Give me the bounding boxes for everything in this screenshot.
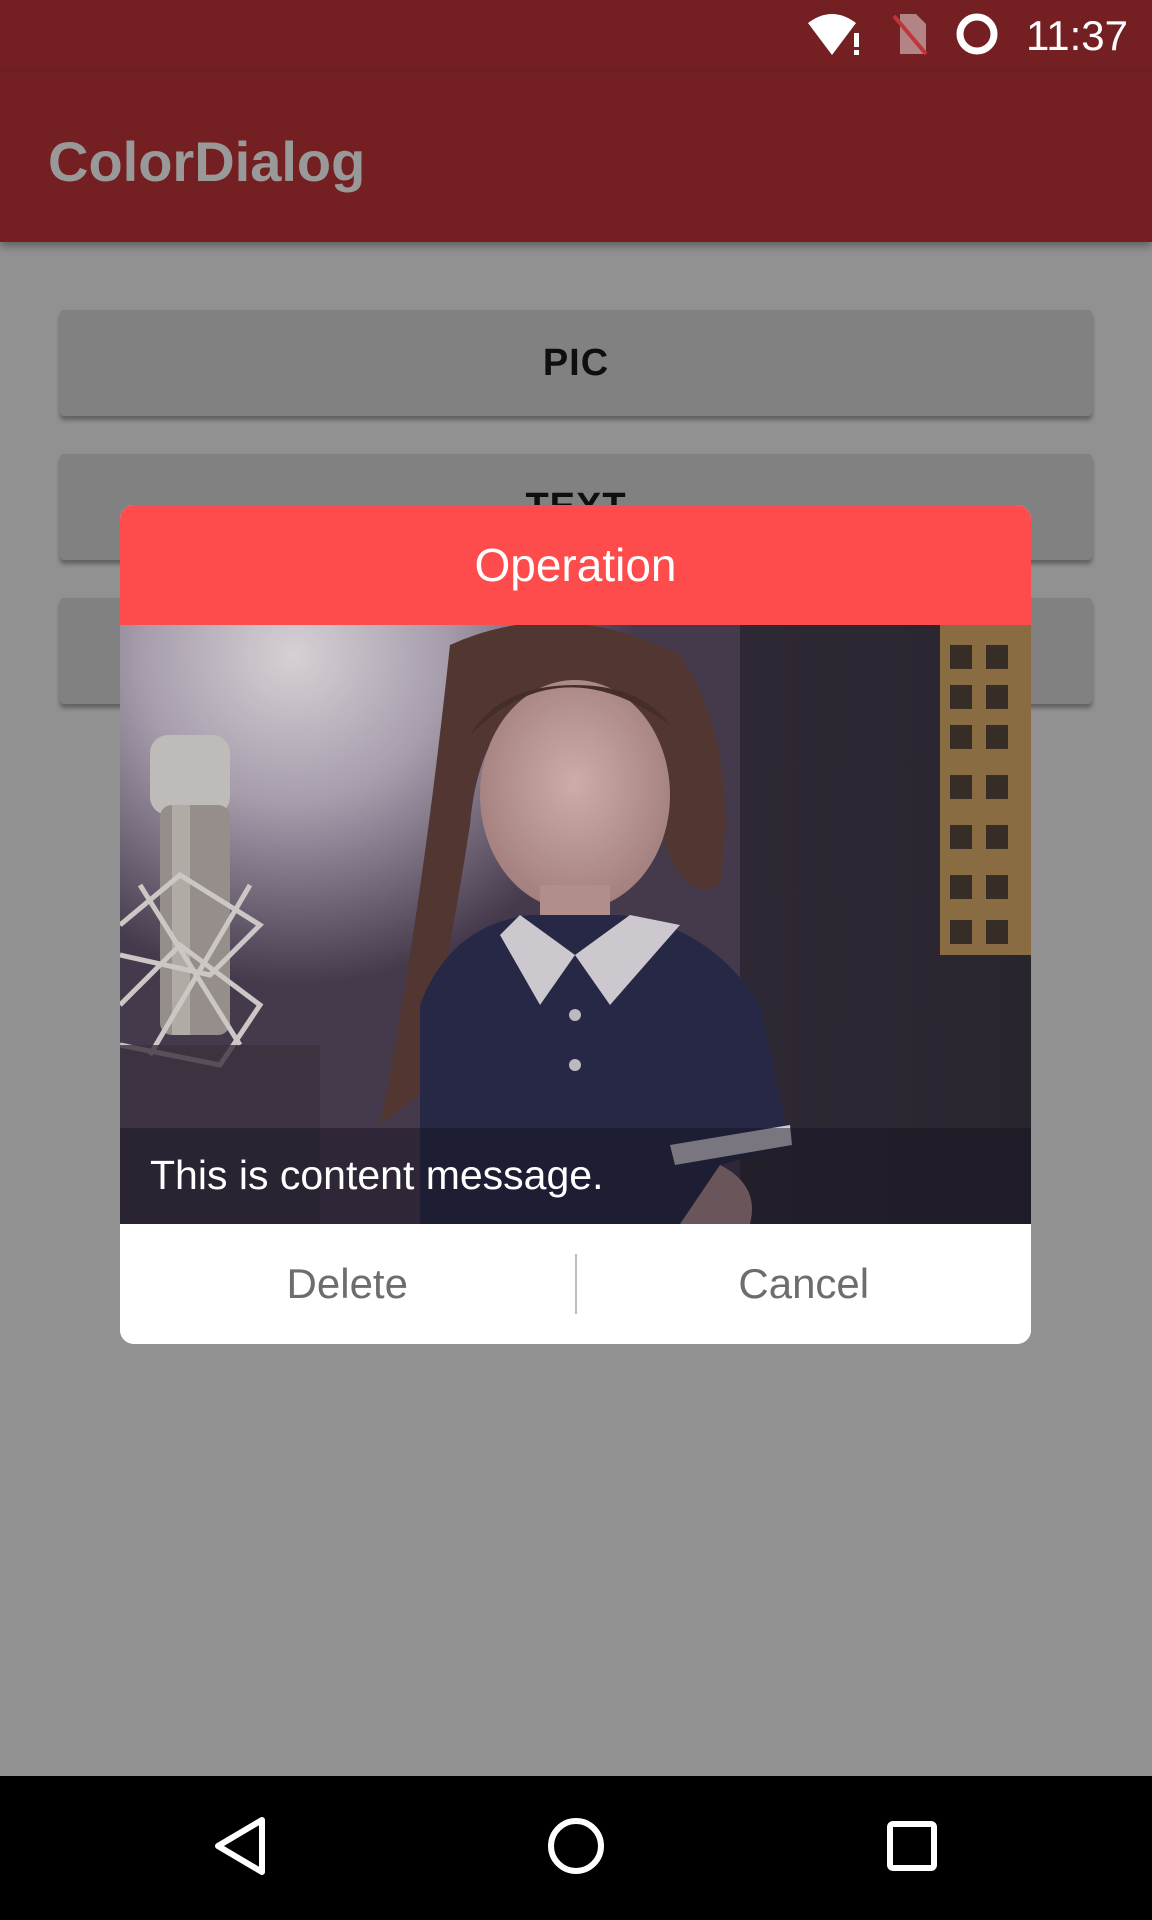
back-icon [210,1814,270,1883]
clock: 11:37 [1026,12,1128,59]
status-icons: 11:37 [806,0,1128,72]
recents-button[interactable] [832,1776,992,1920]
dialog-actions: Delete Cancel [120,1224,1031,1344]
navigation-bar [0,1776,1152,1920]
delete-button[interactable]: Delete [120,1224,575,1344]
home-button[interactable] [496,1776,656,1920]
home-icon [546,1816,606,1881]
cancel-button[interactable]: Cancel [577,1224,1032,1344]
color-dialog: Operation This is content message. Delet… [120,505,1031,1344]
no-sim-icon [892,12,928,61]
sync-circle-icon [954,11,1000,62]
dialog-header: Operation [120,505,1031,625]
screen: ColorDialog PIC TEXT 11:37 [0,0,1152,1920]
back-button[interactable] [160,1776,320,1920]
content-message: This is content message. [150,1152,604,1198]
dialog-title: Operation [474,539,677,591]
wifi-alert-icon [806,11,866,62]
dialog-photo: This is content message. [120,625,1031,1224]
recents-icon [884,1818,940,1879]
